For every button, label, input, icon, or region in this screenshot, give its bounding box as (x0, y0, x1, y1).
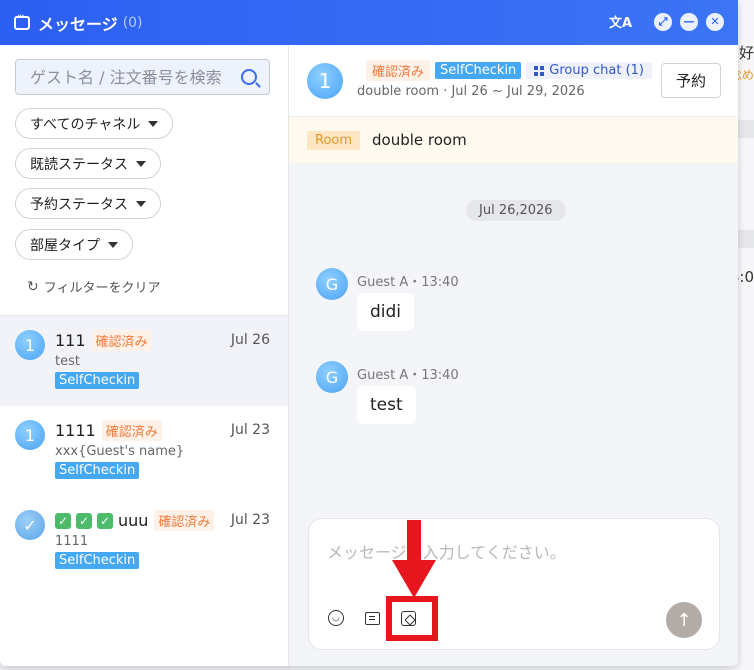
avatar: ✓ (15, 510, 45, 540)
filter-label: 予約ステータス (30, 196, 128, 213)
filter-label: 部屋タイプ (30, 237, 100, 254)
message-bubble: test (357, 386, 416, 424)
chevron-down-icon (136, 160, 146, 167)
title-bar: メッセージ (0) 文A ⤢ — ✕ (0, 0, 738, 45)
list-item[interactable]: 1 111 確認済み Jul 26 test SelfCheckin (0, 316, 288, 406)
room-info-bar: Room double room (289, 117, 738, 163)
translate-icon[interactable]: 文A (609, 12, 632, 31)
conversation-name: 1111 (55, 421, 96, 440)
red-arrow-annotation (392, 520, 436, 598)
booking-subtitle: double room · Jul 26 ~ Jul 29, 2026 (357, 84, 585, 99)
unread-count: (0) (122, 14, 143, 31)
conversation-date: Jul 26 (230, 332, 270, 348)
status-badge: 確認済み (91, 330, 152, 351)
filter-read-status[interactable]: 既読ステータス (15, 148, 161, 179)
arrow-up-icon: ↑ (676, 609, 692, 631)
conversation-preview: test (55, 354, 80, 369)
list-item[interactable]: ✓ ✓ ✓ ✓ uuu 確認済み Jul 23 1111 SelfCheckin (0, 496, 288, 586)
booking-button[interactable]: 予約 (661, 63, 721, 98)
conversation-name: 111 (55, 331, 86, 350)
group-chat-button[interactable]: Group chat (1) (526, 62, 653, 79)
conversation-preview: xxx{Guest's name} (55, 444, 185, 459)
filter-channel[interactable]: すべてのチャネル (15, 108, 174, 139)
conversation-date: Jul 23 (230, 422, 270, 438)
check-emoji-icon: ✓ (55, 512, 71, 529)
chat-panel: 1 確認済み SelfCheckin Group chat (1) double… (289, 45, 738, 666)
template-button[interactable] (361, 607, 383, 629)
date-divider: Jul 26,2026 (466, 200, 566, 221)
list-item[interactable]: 1 1111 確認済み Jul 23 xxx{Guest's name} Sel… (0, 406, 288, 496)
avatar: 1 (15, 420, 45, 450)
room-tag: Room (307, 130, 361, 150)
status-badge: 確認済み (154, 510, 215, 531)
status-badge: 確認済み (366, 60, 431, 81)
avatar: 1 (307, 63, 343, 99)
avatar: G (316, 361, 348, 393)
reload-icon: ↻ (27, 278, 39, 295)
conversation-preview: 1111 (55, 534, 89, 549)
message-composer: ↑ (308, 518, 720, 650)
room-name: double room (372, 131, 467, 149)
message-meta: Guest A・13:40 (357, 275, 459, 290)
clear-filters-link[interactable]: ↻ フィルターをクリア (27, 277, 161, 297)
conversation-sidebar: すべてのチャネル 既読ステータス 予約ステータス 部屋タイプ ↻ フィルターをク… (0, 45, 289, 666)
conversation-date: Jul 23 (230, 512, 270, 528)
filter-label: 既読ステータス (30, 156, 128, 173)
clear-label: フィルターをクリア (43, 281, 161, 296)
status-badge: 確認済み (101, 420, 162, 441)
message-meta: Guest A・13:40 (357, 368, 459, 383)
chevron-down-icon (136, 200, 146, 207)
avatar: G (316, 268, 348, 300)
window-title: メッセージ (38, 14, 118, 34)
chevron-down-icon (108, 241, 118, 248)
check-emoji-icon: ✓ (76, 512, 92, 529)
filter-room-type[interactable]: 部屋タイプ (15, 229, 133, 260)
group-chat-label: Group chat (1) (549, 63, 645, 78)
selfcheckin-badge: SelfCheckin (55, 372, 140, 389)
search-icon[interactable] (241, 69, 257, 85)
selfcheckin-badge: SelfCheckin (55, 462, 140, 479)
check-emoji-icon: ✓ (97, 512, 113, 529)
minimize-icon[interactable]: — (680, 12, 698, 31)
filter-booking-status[interactable]: 予約ステータス (15, 188, 161, 219)
message-input[interactable] (327, 539, 707, 579)
grid-icon (534, 65, 545, 76)
filter-label: すべてのチャネル (30, 116, 141, 133)
chevron-down-icon (148, 120, 159, 127)
emoji-button[interactable] (325, 607, 347, 629)
message-icon (14, 11, 30, 30)
send-button[interactable]: ↑ (666, 602, 702, 638)
selfcheckin-badge: SelfCheckin (55, 552, 140, 569)
avatar: 1 (15, 330, 45, 360)
template-icon (364, 611, 380, 625)
message-window: メッセージ (0) 文A ⤢ — ✕ すべてのチャネル 既読ステータス 予約ステ… (0, 0, 738, 666)
search-input[interactable] (30, 67, 230, 87)
chat-header: 1 確認済み SelfCheckin Group chat (1) double… (289, 45, 738, 117)
selfcheckin-badge: SelfCheckin (435, 62, 522, 79)
search-box (15, 59, 270, 95)
emoji-icon (328, 610, 344, 626)
highlight-box-annotation (386, 596, 438, 641)
conversation-name: uuu (118, 511, 149, 530)
message-bubble: didi (357, 293, 415, 331)
expand-icon[interactable]: ⤢ (654, 12, 672, 31)
close-icon[interactable]: ✕ (706, 12, 724, 31)
